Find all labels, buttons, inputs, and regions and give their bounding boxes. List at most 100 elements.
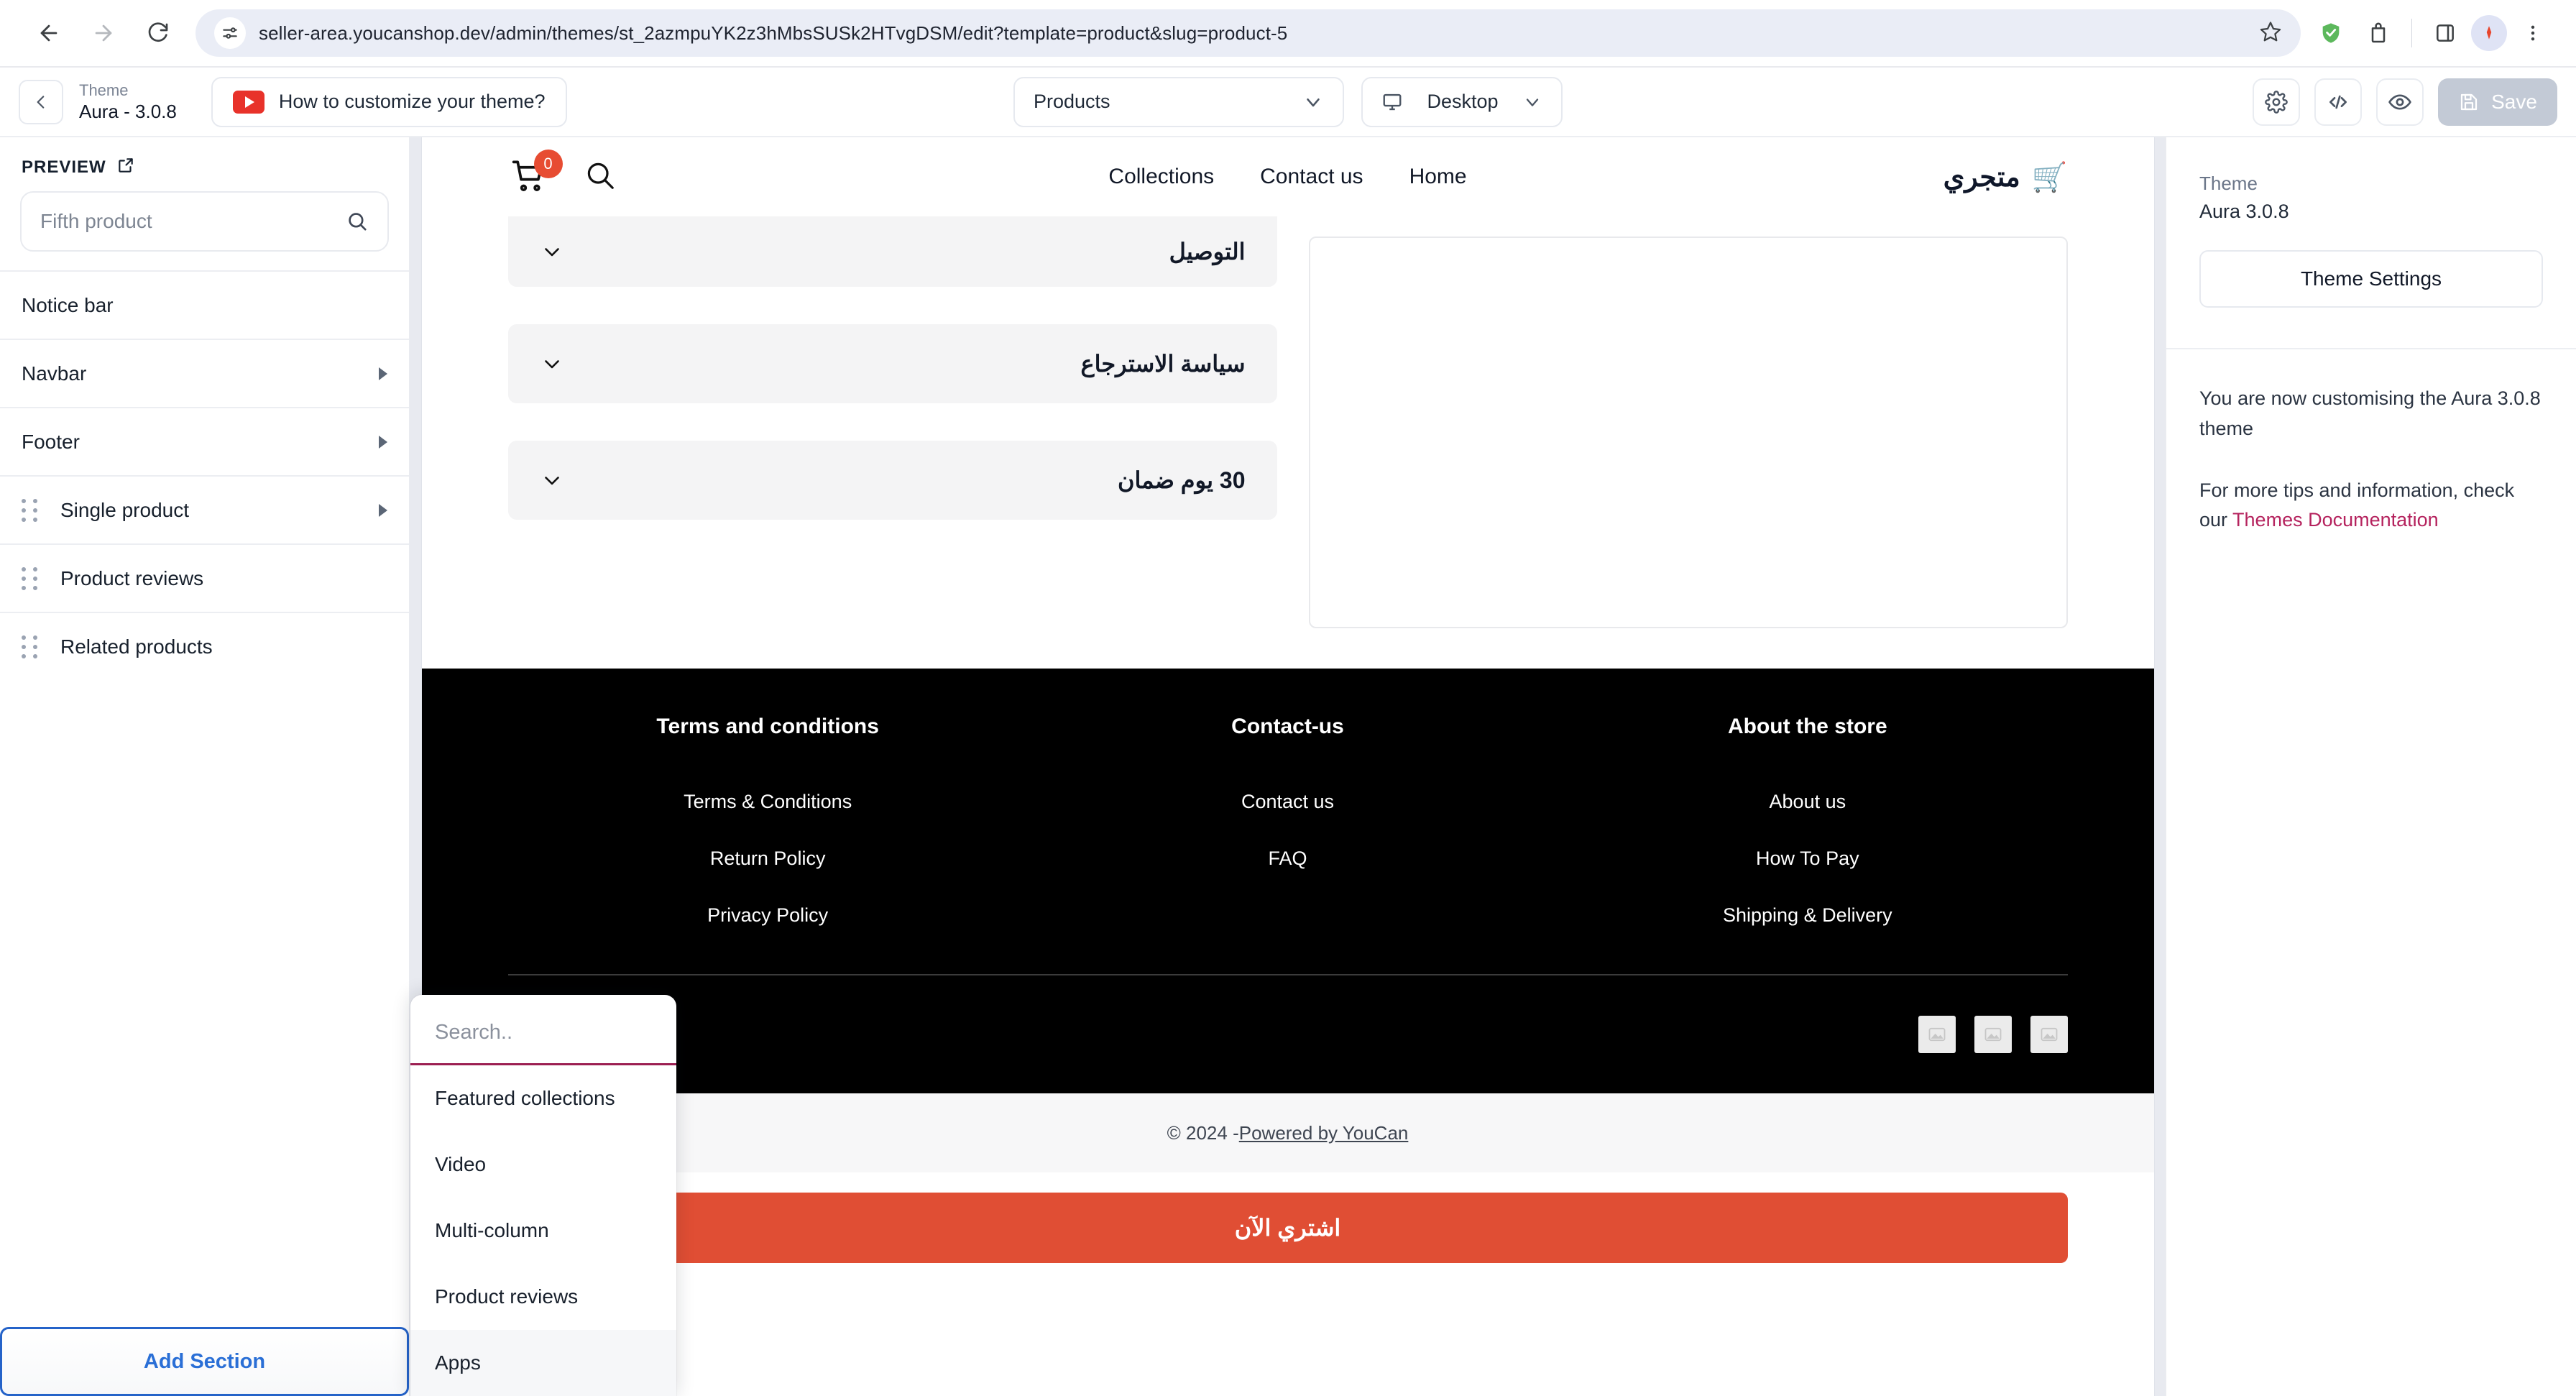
panel-theme-name: Aura 3.0.8 — [2199, 200, 2289, 222]
section-row-single-product[interactable]: Single product — [0, 475, 409, 543]
themes-documentation-link[interactable]: Themes Documentation — [2232, 509, 2439, 531]
footer-link[interactable]: Terms & Conditions — [684, 791, 852, 813]
store-menu-link-home[interactable]: Home — [1409, 165, 1467, 189]
editor-back-button[interactable] — [19, 79, 63, 124]
chevron-down-icon[interactable] — [540, 239, 564, 264]
preview-header: PREVIEW — [0, 137, 409, 178]
footer-link[interactable]: Privacy Policy — [707, 904, 828, 927]
address-bar[interactable]: seller-area.youcanshop.dev/admin/themes/… — [196, 9, 2301, 57]
accordion-item-return-policy[interactable]: سياسة الاسترجاع — [507, 324, 1277, 403]
cart-count-badge: 0 — [533, 150, 563, 178]
section-row-footer[interactable]: Footer — [0, 407, 409, 475]
chevron-down-icon[interactable] — [540, 468, 564, 492]
chevron-right-icon[interactable] — [379, 367, 387, 380]
add-section-option-featured-collections[interactable]: Featured collections — [410, 1065, 676, 1131]
store-menu-link-collections[interactable]: Collections — [1108, 165, 1214, 189]
add-section-button[interactable]: Add Section — [0, 1327, 409, 1396]
store-logo[interactable]: 🛒 متجري — [1944, 160, 2068, 194]
accordion-title: التوصيل — [1169, 239, 1246, 265]
search-input[interactable] — [40, 210, 346, 233]
footer-social-links — [508, 975, 2068, 1093]
add-section-wrap: Add Section — [0, 1327, 409, 1396]
add-section-search-wrap — [410, 995, 676, 1065]
section-row-notice-bar[interactable]: Notice bar — [0, 270, 409, 339]
search-icon[interactable] — [346, 210, 369, 233]
device-preview-frame: 0 Collections Contact us Home 🛒 متجري ال… — [421, 137, 2154, 1396]
forward-arrow-icon — [95, 24, 112, 42]
store-menu-link-contact-us[interactable]: Contact us — [1260, 165, 1363, 189]
add-section-option-multi-column[interactable]: Multi-column — [410, 1198, 676, 1264]
template-select[interactable]: Products — [1013, 76, 1344, 127]
footer-link[interactable]: About us — [1770, 791, 1846, 813]
theme-name: Aura - 3.0.8 — [79, 101, 177, 122]
save-button[interactable]: Save — [2438, 78, 2557, 126]
toolbar-center-group: Products Desktop — [1013, 76, 1563, 127]
toolbar-right-group: Save — [2253, 78, 2557, 126]
shield-extension-icon[interactable] — [2309, 12, 2352, 55]
footer-link[interactable]: How To Pay — [1756, 848, 1859, 870]
chevron-right-icon[interactable] — [379, 435, 387, 449]
store-search-button[interactable] — [583, 158, 617, 196]
template-select-value: Products — [1034, 91, 1110, 112]
broken-image-icon[interactable] — [2030, 1016, 2068, 1053]
drag-handle-icon[interactable] — [22, 498, 46, 522]
footer-link[interactable]: Contact us — [1241, 791, 1334, 813]
side-panel-icon[interactable] — [2424, 12, 2467, 55]
navbar-left-icons: 0 — [508, 150, 617, 197]
section-row-related-products[interactable]: Related products — [0, 612, 409, 680]
theme-info-line-2: For more tips and information, check our… — [2199, 476, 2543, 536]
drag-handle-icon[interactable] — [22, 635, 46, 658]
address-bar-url: seller-area.youcanshop.dev/admin/themes/… — [259, 22, 1288, 44]
copyright-bar: © 2024 - Powered by YouCan — [421, 1093, 2154, 1172]
accordion-item-delivery[interactable]: التوصيل — [507, 216, 1277, 287]
section-row-product-reviews[interactable]: Product reviews — [0, 543, 409, 612]
accordion-title: 30 يوم ضمان — [1117, 467, 1246, 493]
cart-button[interactable]: 0 — [508, 150, 563, 197]
search-icon — [587, 162, 614, 189]
browser-forward-button[interactable] — [76, 6, 131, 60]
footer-link[interactable]: Return Policy — [710, 848, 826, 870]
save-label: Save — [2491, 90, 2537, 113]
broken-image-icon[interactable] — [1918, 1016, 1956, 1053]
section-row-navbar[interactable]: Navbar — [0, 339, 409, 407]
theme-settings-button[interactable]: Theme Settings — [2199, 249, 2543, 308]
chevron-down-icon[interactable] — [540, 352, 564, 376]
add-section-option-apps[interactable]: Apps — [410, 1330, 676, 1396]
chevron-right-icon[interactable] — [379, 503, 387, 517]
chevron-left-icon — [37, 95, 45, 109]
chevron-down-icon — [1307, 98, 1320, 106]
browser-reload-button[interactable] — [131, 6, 185, 60]
copyright-prefix: © 2024 - — [1167, 1121, 1239, 1144]
store-logo-text: متجري — [1943, 162, 2020, 193]
site-settings-icon[interactable] — [214, 17, 246, 49]
add-section-search-input[interactable] — [435, 1021, 652, 1044]
external-link-icon[interactable] — [116, 156, 135, 178]
footer-link[interactable]: FAQ — [1268, 848, 1307, 870]
preview-search-box[interactable] — [20, 191, 389, 252]
theme-caption: Theme — [79, 81, 129, 99]
kebab-menu-icon[interactable] — [2511, 12, 2554, 55]
divider — [2411, 19, 2412, 47]
desktop-icon — [1383, 93, 1402, 110]
star-icon[interactable] — [2259, 20, 2282, 47]
drag-handle-icon[interactable] — [22, 566, 46, 590]
toolbar-left-group: Theme Aura - 3.0.8 How to customize your… — [19, 76, 567, 127]
buy-now-button[interactable]: اشتري الآن — [507, 1193, 2068, 1263]
how-to-customize-button[interactable]: How to customize your theme? — [211, 76, 567, 127]
youtube-icon — [232, 90, 264, 114]
broken-image-icon[interactable] — [1974, 1016, 2012, 1053]
code-editor-button[interactable] — [2314, 78, 2362, 126]
extension-icon[interactable] — [2357, 12, 2400, 55]
add-section-option-video[interactable]: Video — [410, 1131, 676, 1198]
footer-column-heading: Terms and conditions — [656, 715, 879, 738]
powered-by-link[interactable]: Powered by YouCan — [1239, 1122, 1409, 1144]
footer-link[interactable]: Shipping & Delivery — [1723, 904, 1892, 927]
section-label: Notice bar — [22, 293, 114, 316]
theme-settings-gear-button[interactable] — [2253, 78, 2300, 126]
profile-avatar-icon[interactable] — [2471, 15, 2507, 51]
browser-back-button[interactable] — [22, 6, 76, 60]
preview-button[interactable] — [2376, 78, 2424, 126]
device-select[interactable]: Desktop — [1361, 76, 1563, 127]
add-section-option-product-reviews[interactable]: Product reviews — [410, 1264, 676, 1330]
accordion-item-warranty[interactable]: 30 يوم ضمان — [507, 441, 1277, 520]
